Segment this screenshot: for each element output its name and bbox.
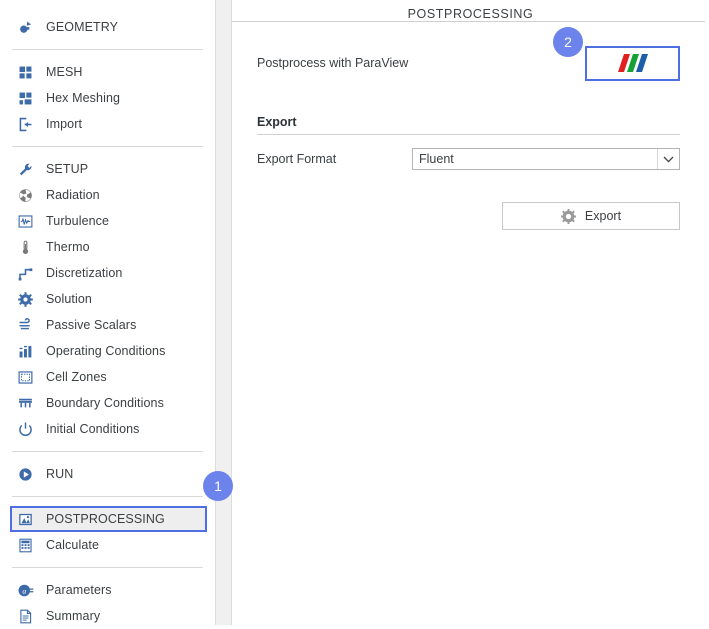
play-icon [12, 463, 38, 485]
sidebar-item-passive-scalars[interactable]: Passive Scalars [0, 312, 215, 338]
paraview-label: Postprocess with ParaView [257, 56, 409, 70]
sidebar-item-label: Cell Zones [46, 370, 107, 384]
sidebar-separator [12, 49, 203, 50]
gear-icon [12, 288, 38, 310]
page-title: POSTPROCESSING [407, 7, 534, 21]
import-icon [12, 113, 38, 135]
sidebar-group: MESH Hex Meshing Import [0, 59, 215, 137]
navigation-sidebar: GEOMETRY MESH Hex Meshing Import SETUP Radiat… [0, 0, 215, 625]
sidebar-item-label: SETUP [46, 162, 89, 176]
radiation-icon [12, 184, 38, 206]
bar-chart-icon [12, 340, 38, 362]
gear-icon [560, 208, 576, 224]
sidebar-item-initial-conditions[interactable]: Initial Conditions [0, 416, 215, 442]
export-section-title: Export [257, 115, 297, 129]
sidebar-item-cell-zones[interactable]: Cell Zones [0, 364, 215, 390]
sidebar-item-label: Parameters [46, 583, 112, 597]
sidebar-item-label: Thermo [46, 240, 90, 254]
export-button[interactable]: Export [502, 202, 680, 230]
sidebar-item-parameters[interactable]: a Parameters [0, 577, 215, 603]
sidebar-item-setup[interactable]: SETUP [0, 156, 215, 182]
sidebar-group: GEOMETRY [0, 14, 215, 40]
panel-splitter[interactable] [215, 0, 232, 625]
export-button-label: Export [584, 209, 622, 223]
sidebar-item-operating-conditions[interactable]: Operating Conditions [0, 338, 215, 364]
sidebar-group: SETUP Radiation Turbulence Thermo Discretiza… [0, 156, 215, 442]
sidebar-item-label: RUN [46, 467, 74, 481]
sidebar-item-turbulence[interactable]: Turbulence [0, 208, 215, 234]
sidebar-separator [12, 451, 203, 452]
sidebar-item-label: Hex Meshing [46, 91, 121, 105]
geometry-icon [12, 16, 38, 38]
sidebar-item-import[interactable]: Import [0, 111, 215, 137]
sidebar-item-radiation[interactable]: Radiation [0, 182, 215, 208]
boundary-icon [12, 392, 38, 414]
sidebar-item-label: Summary [46, 609, 101, 623]
title-divider [232, 21, 705, 22]
paraview-logo-icon [617, 54, 648, 72]
mesh-icon [12, 61, 38, 83]
export-format-value: Fluent [419, 152, 454, 166]
svg-text:a: a [22, 586, 26, 595]
export-format-label: Export Format [257, 152, 337, 166]
sidebar-group: RUN [0, 461, 215, 487]
sidebar-item-postprocessing[interactable]: POSTPROCESSING [10, 506, 207, 532]
sidebar-separator [12, 146, 203, 147]
cell-zones-icon [12, 366, 38, 388]
sidebar-separator [12, 567, 203, 568]
sidebar-item-label: Radiation [46, 188, 100, 202]
sidebar-item-boundary-conditions[interactable]: Boundary Conditions [0, 390, 215, 416]
chevron-down-icon[interactable] [657, 149, 679, 169]
discretization-icon [12, 262, 38, 284]
sidebar-item-label: Discretization [46, 266, 123, 280]
postprocess-with-paraview-button[interactable] [585, 45, 680, 81]
annotation-badge-1: 1 [203, 471, 233, 501]
image-icon [12, 508, 38, 530]
export-section-divider [257, 134, 680, 135]
sidebar-item-discretization[interactable]: Discretization [0, 260, 215, 286]
sidebar-separator [12, 496, 203, 497]
sidebar-group: a Parameters Summary [0, 577, 215, 629]
sidebar-group: POSTPROCESSING Calculate [0, 506, 215, 558]
export-button-row: Export [257, 202, 680, 230]
sidebar-item-label: Calculate [46, 538, 100, 552]
document-icon [12, 605, 38, 627]
sidebar-item-mesh[interactable]: MESH [0, 59, 215, 85]
sidebar-item-label: Passive Scalars [46, 318, 137, 332]
parameters-icon: a [12, 579, 38, 601]
sidebar-item-label: Boundary Conditions [46, 396, 164, 410]
application-window: GEOMETRY MESH Hex Meshing Import SETUP Radiat… [0, 0, 709, 625]
chevron-down-glyph [663, 156, 674, 163]
main-panel: POSTPROCESSING Postprocess with ParaView… [232, 0, 709, 625]
thermometer-icon [12, 236, 38, 258]
export-format-select[interactable]: Fluent [412, 148, 680, 170]
sidebar-item-calculate[interactable]: Calculate [0, 532, 215, 558]
power-icon [12, 418, 38, 440]
paraview-row: Postprocess with ParaView [232, 43, 709, 83]
wind-icon [12, 314, 38, 336]
sidebar-item-summary[interactable]: Summary [0, 603, 215, 629]
sidebar-item-geometry[interactable]: GEOMETRY [0, 14, 215, 40]
paraview-button-wrap [585, 45, 680, 81]
hex-meshing-icon [12, 87, 38, 109]
sidebar-item-label: Turbulence [46, 214, 110, 228]
sidebar-item-run[interactable]: RUN [0, 461, 215, 487]
sidebar-item-label: POSTPROCESSING [46, 512, 165, 526]
sidebar-item-label: Solution [46, 292, 92, 306]
annotation-badge-2: 2 [553, 27, 583, 57]
export-section-header: Export [257, 115, 680, 135]
sidebar-item-hex-meshing[interactable]: Hex Meshing [0, 85, 215, 111]
calculator-icon [12, 534, 38, 556]
sidebar-item-label: Operating Conditions [46, 344, 166, 358]
sidebar-item-solution[interactable]: Solution [0, 286, 215, 312]
wrench-icon [12, 158, 38, 180]
sidebar-item-label: MESH [46, 65, 83, 79]
sidebar-item-label: Initial Conditions [46, 422, 140, 436]
sidebar-item-label: GEOMETRY [46, 20, 119, 34]
export-format-row: Export Format Fluent [257, 148, 680, 170]
turbulence-icon [12, 210, 38, 232]
sidebar-item-label: Import [46, 117, 83, 131]
sidebar-item-thermo[interactable]: Thermo [0, 234, 215, 260]
